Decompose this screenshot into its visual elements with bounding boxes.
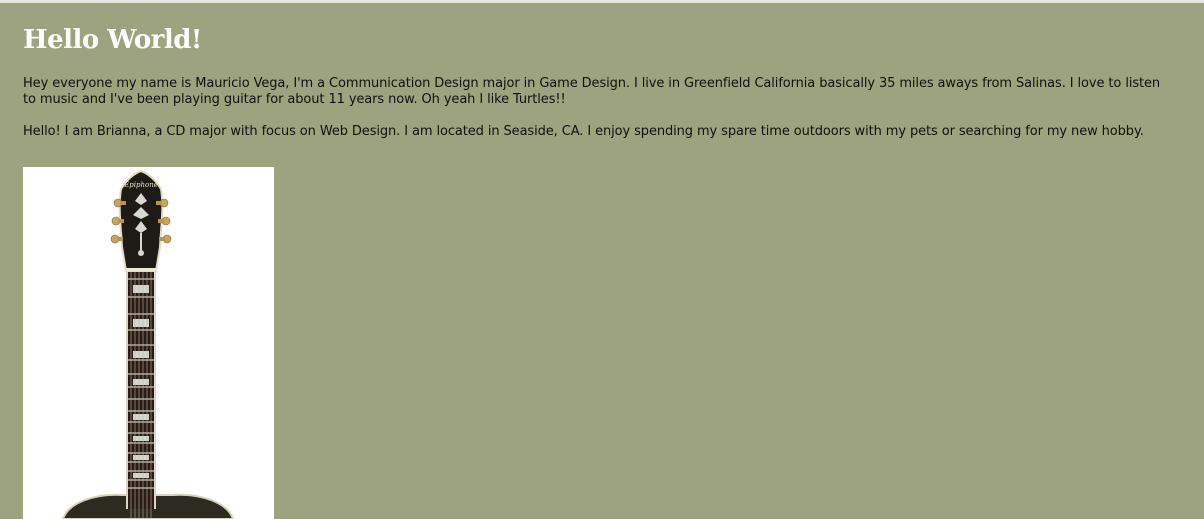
headstock-logo-text: Epiphone [123, 181, 158, 189]
intro-paragraph-mauricio: Hey everyone my name is Mauricio Vega, I… [23, 76, 1161, 107]
guitar-image: Epiphone [23, 167, 274, 519]
page-title: Hello World! [23, 25, 202, 55]
intro-paragraph-brianna: Hello! I am Brianna, a CD major with foc… [23, 124, 1144, 139]
guitar-illustration: Epiphone [61, 169, 235, 519]
